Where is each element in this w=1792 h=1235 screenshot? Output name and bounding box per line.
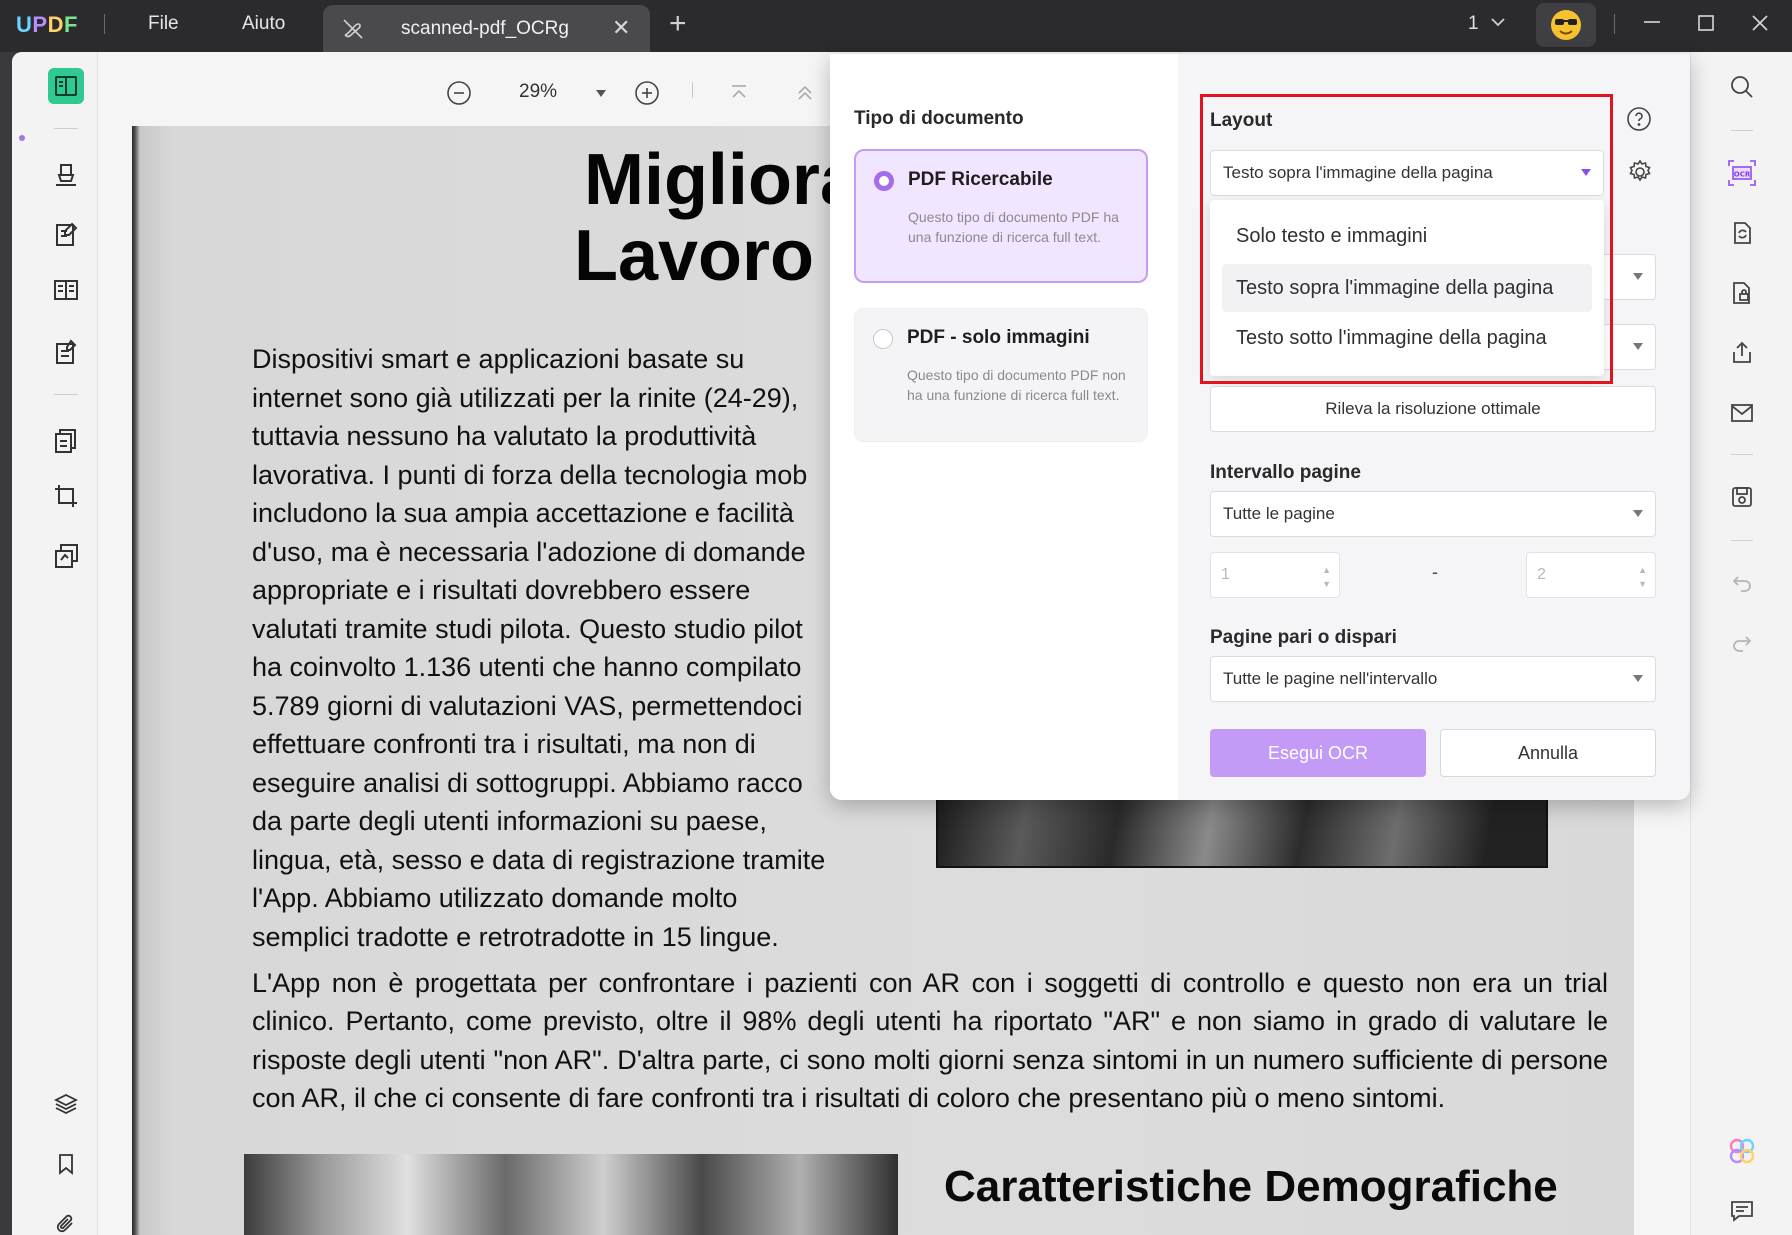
document-paragraph: Dispositivi smart e applicazioni basate …: [252, 344, 826, 952]
status-dot: [19, 135, 25, 141]
form-edit-icon[interactable]: [48, 334, 84, 370]
document-paragraph: L'App non è progettata per confrontare i…: [252, 968, 1608, 1113]
option-description: Questo tipo di documento PDF ha una funz…: [908, 209, 1119, 245]
odd-even-select[interactable]: Tutte le pagine nell'intervallo: [1210, 656, 1656, 702]
left-sidebar: [12, 52, 98, 1235]
zoom-level[interactable]: 29%: [519, 81, 557, 103]
bookmark-icon[interactable]: [48, 1146, 84, 1182]
undo-icon[interactable]: [1725, 566, 1759, 600]
first-page-icon[interactable]: [728, 82, 750, 109]
edit-text-icon[interactable]: [48, 216, 84, 252]
cancel-button[interactable]: Annulla: [1440, 729, 1656, 777]
previous-page-icon[interactable]: [794, 82, 816, 109]
redo-icon[interactable]: [1725, 626, 1759, 660]
dropdown-arrow-icon: [1633, 273, 1643, 280]
new-tab-icon[interactable]: +: [669, 9, 687, 39]
sidebar-divider: [1731, 454, 1753, 455]
maximize-icon[interactable]: [1694, 12, 1718, 41]
convert-icon[interactable]: [1725, 216, 1759, 250]
odd-even-value: Tutte le pagine nell'intervallo: [1223, 669, 1438, 688]
highlighter-icon[interactable]: [48, 156, 84, 192]
search-icon[interactable]: [1725, 70, 1759, 104]
batch-icon[interactable]: [48, 538, 84, 574]
menu-help[interactable]: Aiuto: [242, 13, 285, 35]
help-icon[interactable]: [1626, 106, 1652, 137]
zoom-dropdown-icon[interactable]: [594, 86, 608, 104]
layers-icon[interactable]: [48, 1086, 84, 1122]
right-sidebar: OCR: [1690, 52, 1792, 1235]
document-subheading: Caratteristiche Demografiche: [944, 1162, 1558, 1211]
range-separator: -: [1432, 562, 1438, 582]
zoom-out-icon[interactable]: [446, 80, 472, 111]
run-ocr-button[interactable]: Esegui OCR: [1210, 729, 1426, 777]
toolbar-divider: [692, 82, 693, 98]
edit-off-icon: [341, 17, 365, 46]
highlight-annotation-box: [1200, 94, 1613, 384]
dropdown-arrow-icon: [1633, 675, 1643, 682]
document-photo: [244, 1154, 898, 1235]
app-window: UPDF File Aiuto scanned-pdf_OCRg ✕ + 1 2…: [0, 0, 1792, 1235]
protect-icon[interactable]: [1725, 276, 1759, 310]
crop-icon[interactable]: [48, 478, 84, 514]
title-bar: UPDF File Aiuto scanned-pdf_OCRg ✕ + 1: [0, 0, 1792, 52]
tab-title: scanned-pdf_OCRg: [401, 18, 569, 39]
option-description: Questo tipo di documento PDF non ha una …: [907, 367, 1126, 403]
option-title: PDF - solo immagini: [907, 327, 1090, 348]
sidebar-divider: [54, 128, 78, 129]
page-layout-icon[interactable]: [48, 272, 84, 308]
option-title: PDF Ricercabile: [908, 169, 1053, 190]
page-from-input[interactable]: 1 ▲ ▼: [1210, 552, 1340, 598]
close-tab-icon[interactable]: ✕: [612, 17, 630, 39]
stepper-arrows-icon[interactable]: ▲ ▼: [1322, 563, 1331, 591]
chevron-down-icon[interactable]: [1488, 12, 1508, 37]
sidebar-divider: [54, 394, 78, 395]
page-to-input[interactable]: 2 ▲ ▼: [1526, 552, 1656, 598]
page-range-value: Tutte le pagine: [1223, 504, 1335, 523]
title-separator: [1614, 14, 1615, 34]
sidebar-divider: [1731, 130, 1753, 131]
dropdown-arrow-icon: [1633, 343, 1643, 350]
window-count: 1: [1468, 13, 1479, 34]
document-type-title: Tipo di documento: [854, 108, 1024, 129]
document-tab[interactable]: scanned-pdf_OCRg ✕: [323, 5, 650, 52]
minimize-icon[interactable]: [1640, 12, 1664, 41]
sidebar-divider: [1731, 540, 1753, 541]
page-from-value: 1: [1221, 566, 1230, 583]
avatar[interactable]: [1536, 3, 1596, 47]
attachment-icon[interactable]: [48, 1206, 84, 1235]
detect-resolution-button[interactable]: Rileva la risoluzione ottimale: [1210, 386, 1656, 432]
option-image-only-pdf[interactable]: PDF - solo immagini Questo tipo di docum…: [854, 308, 1148, 442]
odd-even-title: Pagine pari o dispari: [1210, 627, 1397, 648]
ocr-icon[interactable]: OCR: [1725, 156, 1759, 190]
reader-icon[interactable]: [48, 68, 84, 104]
organize-pages-icon[interactable]: [48, 422, 84, 458]
gear-icon[interactable]: [1626, 158, 1654, 191]
menu-file[interactable]: File: [148, 13, 179, 35]
ai-assistant-icon[interactable]: [1725, 1134, 1759, 1168]
zoom-in-icon[interactable]: [634, 80, 660, 111]
page-range-select[interactable]: Tutte le pagine: [1210, 491, 1656, 537]
share-icon[interactable]: [1725, 336, 1759, 370]
save-icon[interactable]: [1725, 480, 1759, 514]
comment-icon[interactable]: [1725, 1194, 1759, 1228]
radio-selected-icon[interactable]: [874, 171, 894, 191]
option-searchable-pdf[interactable]: PDF Ricercabile Questo tipo di documento…: [854, 149, 1148, 283]
page-range-title: Intervallo pagine: [1210, 462, 1361, 483]
document-type-section: Tipo di documento PDF Ricercabile Questo…: [830, 54, 1178, 800]
stepper-arrows-icon[interactable]: ▲ ▼: [1638, 563, 1647, 591]
app-logo: UPDF: [16, 12, 78, 37]
dropdown-arrow-icon: [1633, 510, 1643, 517]
email-icon[interactable]: [1725, 396, 1759, 430]
title-separator: [104, 14, 105, 34]
radio-unselected-icon[interactable]: [873, 329, 893, 349]
close-window-icon[interactable]: [1748, 12, 1772, 41]
page-to-value: 2: [1537, 566, 1546, 583]
svg-text:OCR: OCR: [1734, 171, 1751, 179]
